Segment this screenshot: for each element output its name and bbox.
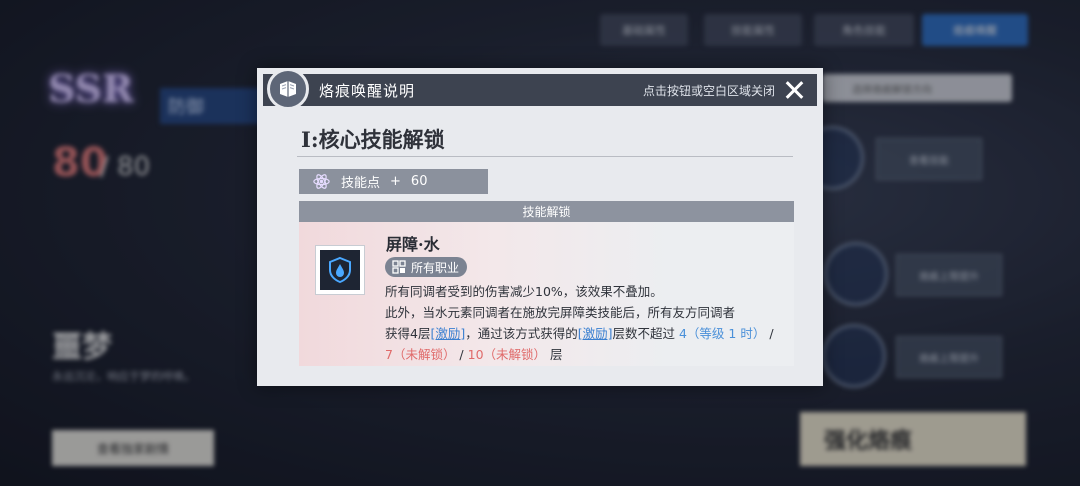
skill-points-bar: 技能点 + 60	[299, 169, 488, 194]
desc-line-2: 此外，当水元素同调者在施放完屏障类技能后，所有友方同调者	[385, 305, 736, 320]
atom-icon	[313, 174, 330, 189]
skill-points-plus: +	[390, 174, 401, 189]
value-locked-10: 10（未解锁）	[467, 347, 547, 362]
separator: /	[455, 347, 468, 362]
desc-segment: 层	[546, 347, 563, 362]
skill-icon-frame	[315, 245, 365, 295]
desc-line-1: 所有同调者受到的伤害减少10%，该效果不叠加。	[385, 284, 663, 299]
grid-icon	[392, 260, 406, 274]
skill-points-value: 60	[410, 174, 428, 189]
separator: /	[765, 326, 774, 341]
keyword-inspire[interactable]: [激励]	[578, 326, 613, 341]
awakening-info-dialog: 烙痕唤醒说明 点击按钮或空白区域关闭 I:核心技能解锁 技能点 + 60 技能解…	[257, 68, 823, 386]
desc-segment: ，通过该方式获得的	[465, 326, 578, 341]
skill-description: 所有同调者受到的伤害减少10%，该效果不叠加。 此外，当水元素同调者在施放完屏障…	[385, 281, 785, 365]
close-hint: 点击按钮或空白区域关闭	[642, 83, 775, 98]
book-icon	[267, 68, 309, 110]
keyword-inspire[interactable]: [激励]	[430, 326, 465, 341]
unlock-header: 技能解锁	[299, 201, 794, 222]
job-tag-label: 所有职业	[411, 260, 460, 275]
dialog-header: 烙痕唤醒说明 点击按钮或空白区域关闭	[263, 74, 817, 106]
skill-unlock-card: 屏障·水 所有职业 所有同调者受到的伤害减少10%，该效果不叠加。 此外，当水元…	[299, 222, 794, 366]
desc-line-3: 获得4层[激励]，通过该方式获得的[激励]层数不超过 4（等级 1 时） / 7…	[385, 323, 785, 365]
close-icon[interactable]	[783, 79, 805, 101]
value-locked-7: 7（未解锁）	[385, 347, 456, 362]
water-shield-icon	[329, 256, 351, 284]
desc-segment: 获得4层	[385, 326, 431, 341]
job-tag: 所有职业	[385, 257, 468, 277]
section-title: I:核心技能解锁	[301, 127, 445, 152]
skill-name: 屏障·水	[386, 235, 440, 254]
skill-points-label: 技能点	[341, 176, 381, 191]
section-divider	[297, 156, 793, 157]
dialog-title: 烙痕唤醒说明	[319, 81, 416, 100]
value-level-1: 4（等级 1 时）	[678, 326, 766, 341]
desc-segment: 层数不超过	[612, 326, 679, 341]
